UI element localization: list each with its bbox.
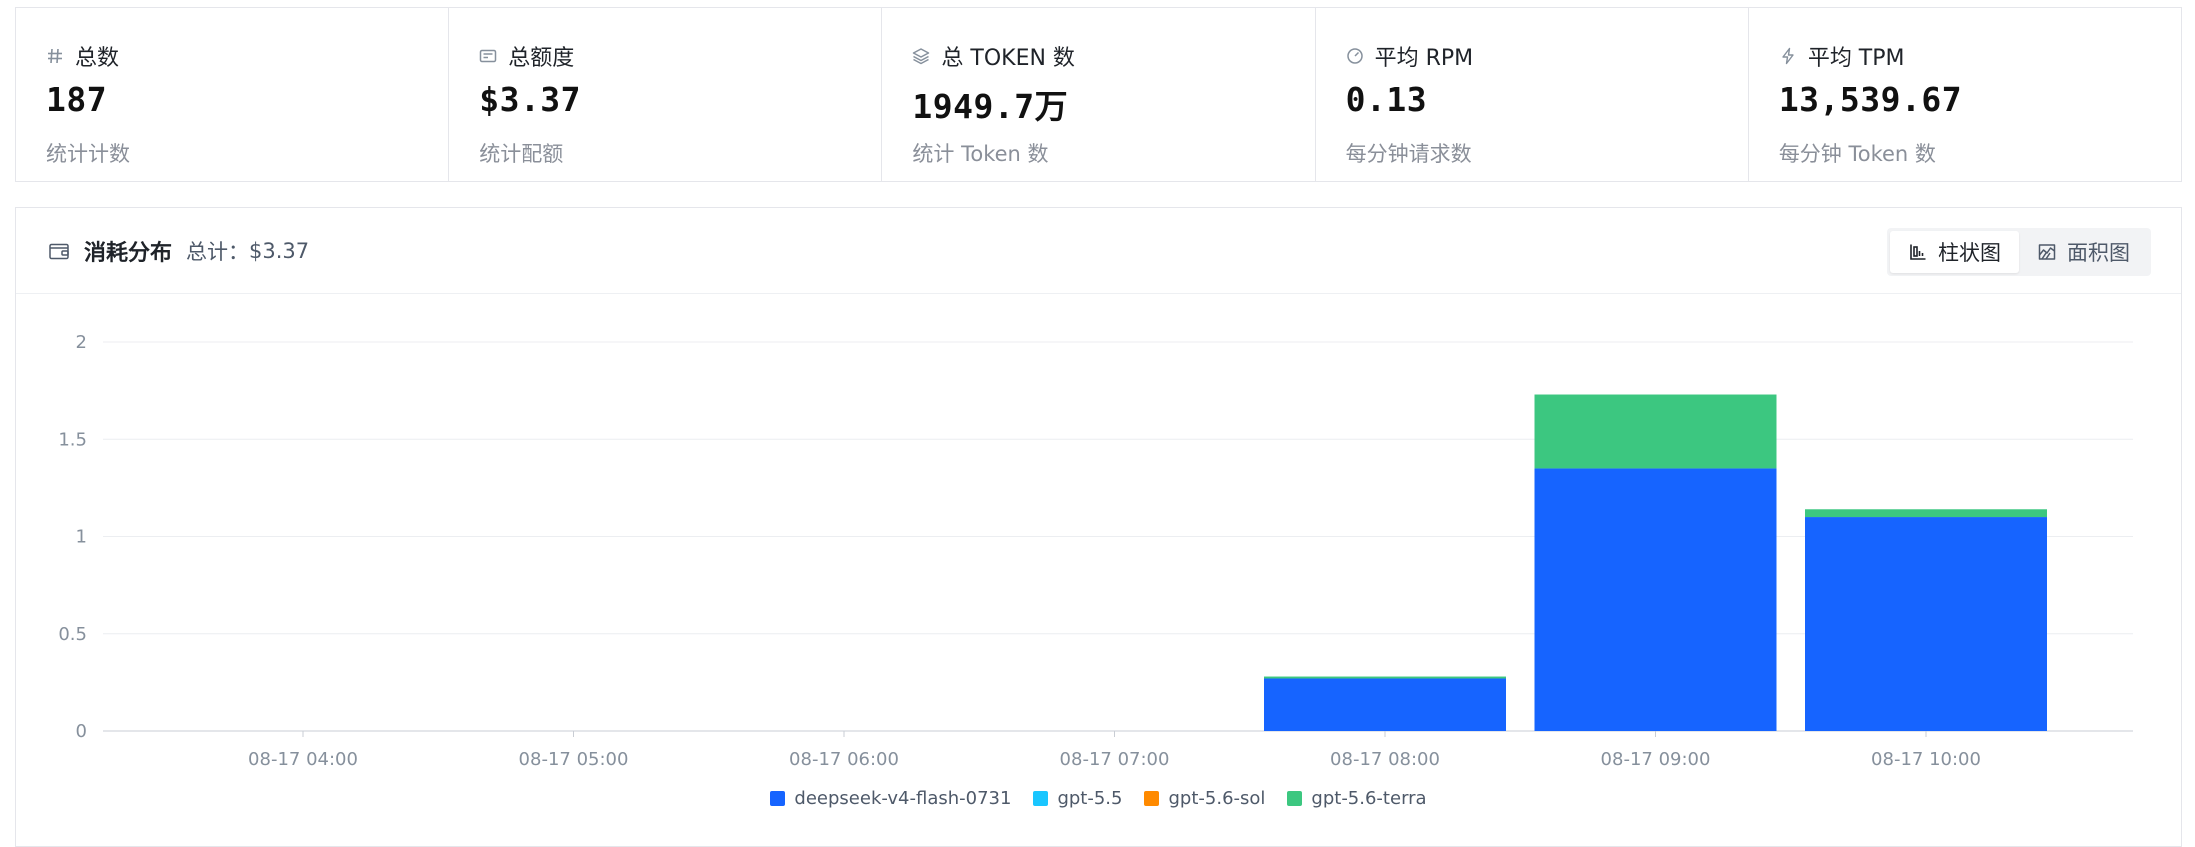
ticket-icon [479, 49, 497, 63]
stat-value: 0.13 [1345, 80, 1428, 119]
area-chart-icon [2038, 244, 2056, 260]
bar-segment [1805, 509, 2047, 518]
gauge-icon [1346, 48, 1363, 64]
stat-card-avg-tpm: 平均 TPM 13,539.67 每分钟 Token 数 [1749, 8, 2181, 181]
bar-chart-icon [1910, 244, 1926, 260]
stat-subtitle: 每分钟 Token 数 [1778, 142, 1936, 166]
legend-item[interactable]: deepseek-v4-flash-0731 [770, 788, 1011, 809]
stats-bar: 总数 187 统计计数 总额度 $3.37 统计配额 总 TOKEN 数 194… [15, 7, 2182, 182]
legend-swatch [1287, 791, 1303, 806]
legend-label: gpt-5.6-terra [1311, 788, 1427, 809]
panel-total-label: 总计： [186, 240, 250, 264]
stat-value: 187 [46, 80, 108, 119]
stat-title: 总数 [75, 46, 120, 71]
y-tick-label: 0.5 [58, 624, 87, 645]
y-tick-label: 0 [76, 721, 87, 742]
panel-total-value: $3.37 [249, 239, 310, 263]
chart-view-toggle: 柱状图 面积图 [1887, 228, 2151, 276]
stat-subtitle: 每分钟请求数 [1345, 142, 1472, 166]
bar-segment [1534, 394, 1777, 469]
consumption-panel: 消耗分布 总计： $3.37 柱状图 面积图 0 0.5 1 1.5 2 08-17 04… [15, 207, 2182, 847]
x-tick-label: 08-17 08:00 [1330, 749, 1440, 770]
y-tick-label: 1 [76, 527, 87, 548]
bolt-icon [1782, 47, 1794, 65]
chart-legend: deepseek-v4-flash-0731 gpt-5.5 gpt-5.6-sol… [16, 788, 2181, 809]
stat-value: 13,539.67 [1778, 80, 1963, 119]
bar-chart-toggle-button[interactable]: 柱状图 [1890, 231, 2019, 273]
y-tick-label: 2 [76, 332, 87, 353]
stat-title: 总 TOKEN 数 [941, 46, 1075, 71]
y-tick-label: 1.5 [58, 429, 87, 450]
legend-label: gpt-5.5 [1057, 788, 1123, 809]
bar-segment [1805, 517, 2047, 731]
area-chart-toggle-button[interactable]: 面积图 [2019, 231, 2148, 273]
legend-swatch [1144, 791, 1160, 806]
stat-card-total-tokens: 总 TOKEN 数 1949.7万 统计 Token 数 [882, 8, 1316, 181]
x-tick-label: 08-17 09:00 [1601, 749, 1711, 770]
stat-subtitle: 统计配额 [479, 142, 564, 166]
layers-icon [913, 48, 930, 65]
x-tick-label: 08-17 10:00 [1871, 749, 1981, 770]
stat-subtitle: 统计 Token 数 [912, 142, 1049, 166]
hash-icon [48, 48, 62, 64]
stat-value: $3.37 [479, 80, 582, 119]
stat-title: 平均 RPM [1374, 46, 1474, 71]
stat-card-total-count: 总数 187 统计计数 [16, 8, 450, 181]
x-tick-label: 08-17 04:00 [248, 749, 358, 770]
area-chart-toggle-label: 面积图 [2067, 241, 2130, 265]
x-tick-label: 08-17 06:00 [789, 749, 899, 770]
bar-segment [1534, 468, 1777, 731]
panel-header: 消耗分布 总计： $3.37 柱状图 面积图 [16, 208, 2181, 294]
bar-segment [1264, 676, 1506, 679]
legend-item[interactable]: gpt-5.6-sol [1144, 788, 1265, 809]
consumption-bar-chart: 0 0.5 1 1.5 2 08-17 04:00 08-17 05:00 08-17 06:… [58, 332, 2133, 770]
bar-chart-toggle-label: 柱状图 [1938, 241, 2001, 265]
stat-title: 平均 TPM [1807, 46, 1905, 71]
stat-title: 总额度 [508, 46, 575, 71]
x-tick-label: 08-17 05:00 [519, 749, 629, 770]
legend-item[interactable]: gpt-5.5 [1033, 788, 1122, 809]
stat-card-avg-rpm: 平均 RPM 0.13 每分钟请求数 [1316, 8, 1749, 181]
legend-swatch [770, 791, 786, 806]
stat-card-total-quota: 总额度 $3.37 统计配额 [449, 8, 883, 181]
legend-label: deepseek-v4-flash-0731 [794, 788, 1012, 809]
x-tick-label: 08-17 07:00 [1060, 749, 1170, 770]
stat-subtitle: 统计计数 [46, 142, 130, 166]
legend-item[interactable]: gpt-5.6-terra [1287, 788, 1427, 809]
stat-value: 1949.7万 [912, 87, 1069, 126]
legend-label: gpt-5.6-sol [1168, 788, 1266, 809]
bar-segment [1264, 678, 1506, 731]
wallet-icon [49, 243, 69, 260]
legend-swatch [1033, 791, 1049, 806]
panel-title: 消耗分布 [84, 241, 173, 266]
